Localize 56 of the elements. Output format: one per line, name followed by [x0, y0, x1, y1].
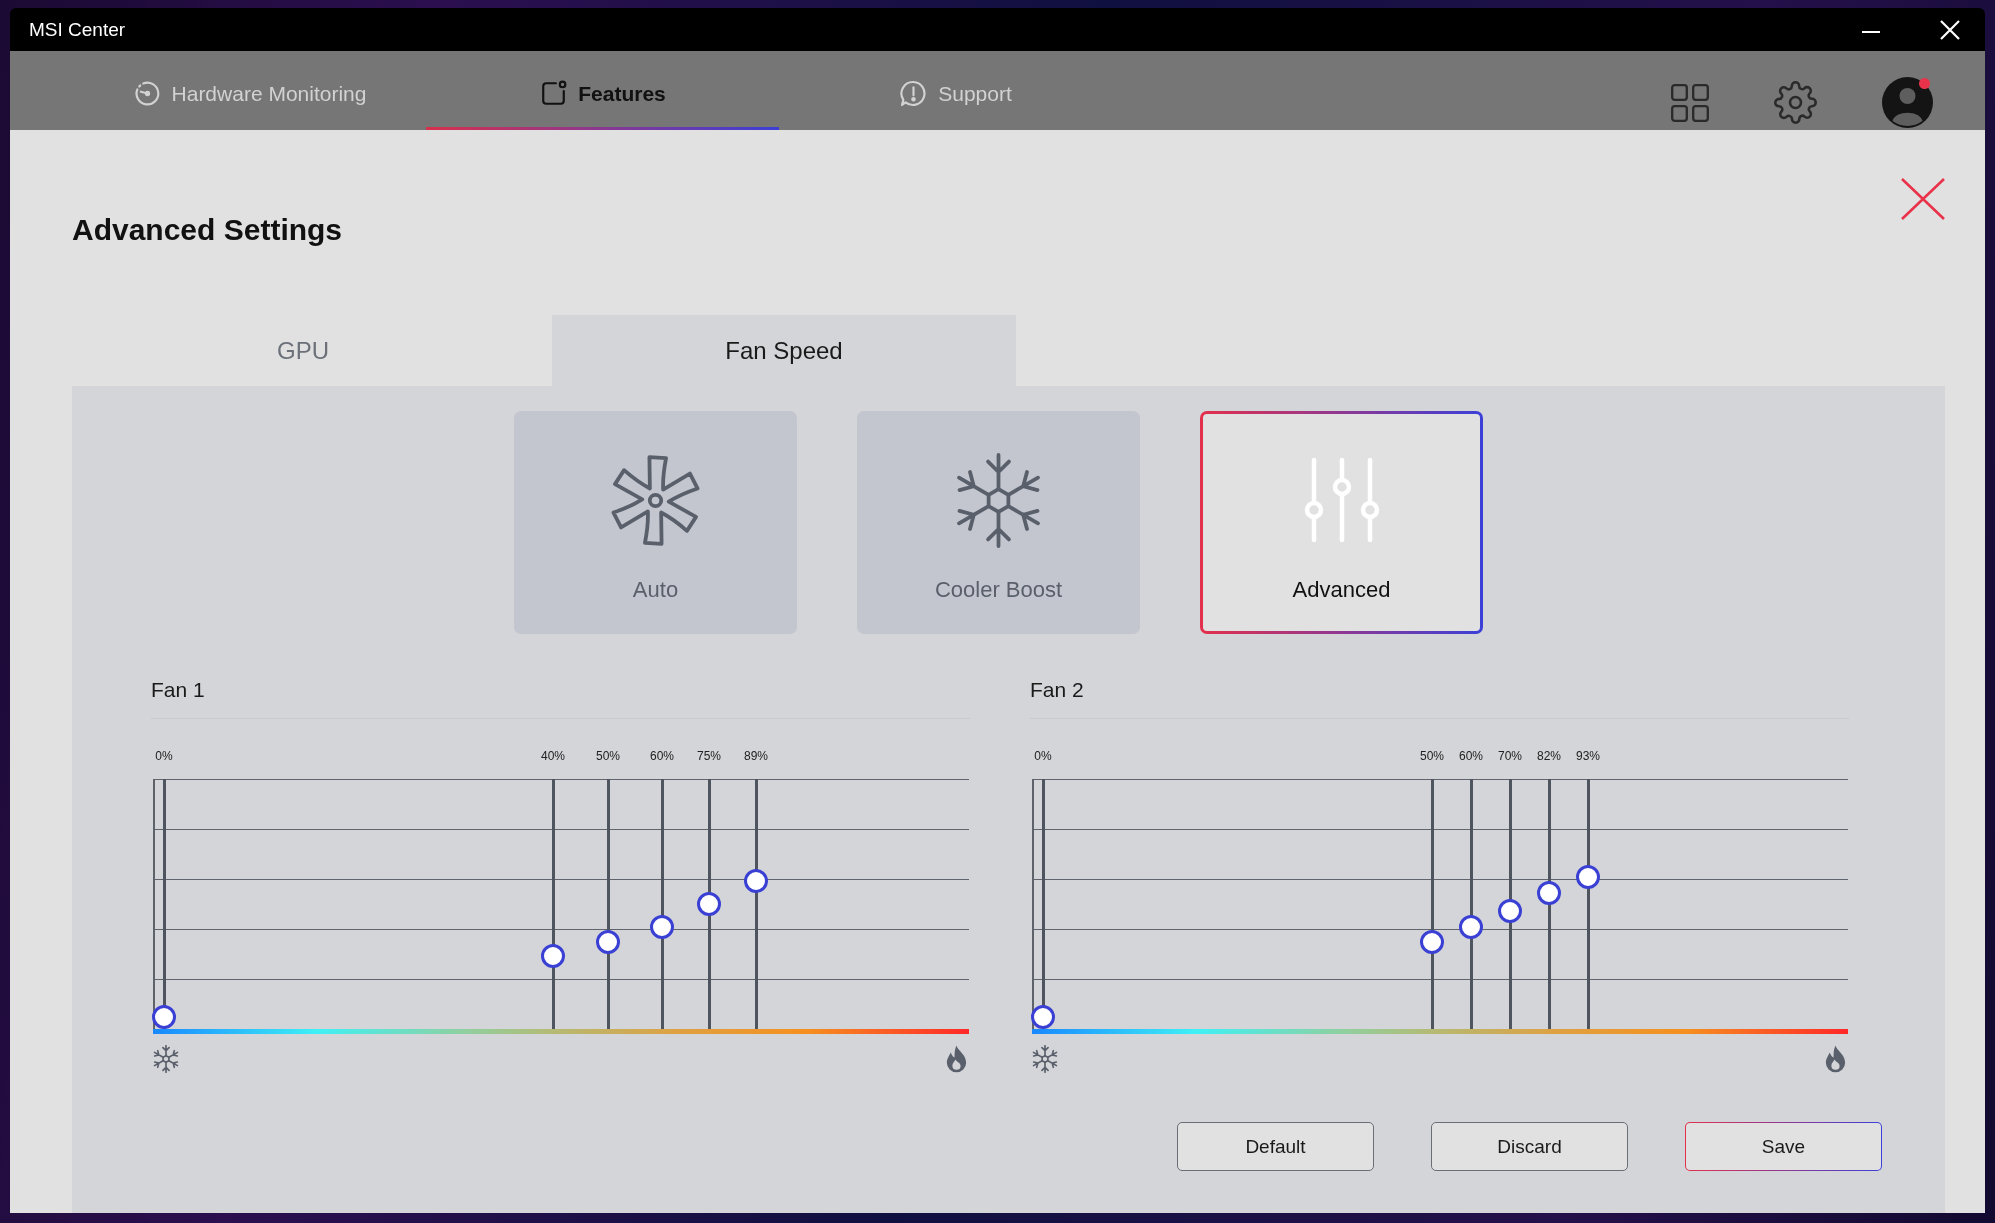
slider-handle[interactable] [1498, 898, 1522, 923]
avatar-icon [1882, 77, 1933, 128]
window-title: MSI Center [29, 18, 126, 41]
fan-speed-label: 0% [1034, 748, 1052, 764]
slider-handle[interactable] [596, 930, 620, 955]
slider-handle[interactable] [697, 892, 721, 916]
slider-handle[interactable] [1537, 880, 1561, 905]
slider-track[interactable] [152, 779, 176, 1029]
square-dot-icon [539, 79, 569, 108]
slider-handle[interactable] [1576, 864, 1600, 889]
minimize-icon [1862, 31, 1880, 33]
page-title: Advanced Settings [72, 212, 343, 248]
slider-handle[interactable] [1459, 914, 1483, 939]
gauge-icon [132, 79, 162, 108]
fan-speed-label: 50% [596, 748, 620, 764]
fan-speed-label: 89% [744, 748, 768, 764]
fan-speed-label: 0% [155, 748, 173, 764]
mode-card[interactable]: Auto [514, 411, 797, 634]
snowflake-icon [153, 1045, 179, 1073]
slider-handle[interactable] [541, 944, 565, 968]
mode-card[interactable]: Cooler Boost [857, 411, 1140, 634]
settings-icon [1774, 81, 1817, 124]
fan-label: Fan 1 [151, 677, 206, 703]
flame-icon [1825, 1045, 1846, 1073]
fan-speed-label: 75% [697, 748, 721, 764]
discard-button[interactable]: Discard [1431, 1122, 1628, 1171]
save-button[interactable]: Save [1685, 1122, 1882, 1171]
apps-button[interactable] [1671, 83, 1709, 122]
mode-card[interactable]: Advanced [1200, 411, 1483, 634]
fan-speed-label: 70% [1498, 748, 1522, 764]
fan-speed-label: 50% [1420, 748, 1444, 764]
fan-speed-label: 40% [541, 748, 565, 764]
default-button[interactable]: Default [1177, 1122, 1374, 1171]
slider-handle[interactable] [1031, 1005, 1055, 1029]
close-icon [1901, 178, 1945, 220]
fan-label: Fan 2 [1030, 677, 1085, 703]
fan-speed-label: 60% [650, 748, 674, 764]
profile-button[interactable] [1882, 77, 1933, 128]
fan-speed-label: 82% [1537, 748, 1561, 764]
snowflake-icon [1032, 1045, 1058, 1073]
alert-bubble-icon [899, 79, 929, 108]
nav-tab[interactable]: Support [779, 51, 1132, 130]
slider-handle[interactable] [744, 869, 768, 894]
tab[interactable]: GPU [72, 315, 552, 386]
slider-track[interactable] [1031, 779, 1055, 1029]
grid-icon [1671, 83, 1709, 122]
settings-button[interactable] [1774, 81, 1817, 124]
slider-handle[interactable] [1420, 930, 1444, 955]
slider-handle[interactable] [650, 914, 674, 939]
close-icon [1940, 19, 1960, 40]
fan-speed-label: 93% [1576, 748, 1600, 764]
tab[interactable]: Fan Speed [552, 315, 1016, 386]
fan-speed-label: 60% [1459, 748, 1483, 764]
slider-handle[interactable] [152, 1005, 176, 1029]
flame-icon [946, 1045, 967, 1073]
nav-tab[interactable]: Hardware Monitoring [73, 51, 426, 130]
